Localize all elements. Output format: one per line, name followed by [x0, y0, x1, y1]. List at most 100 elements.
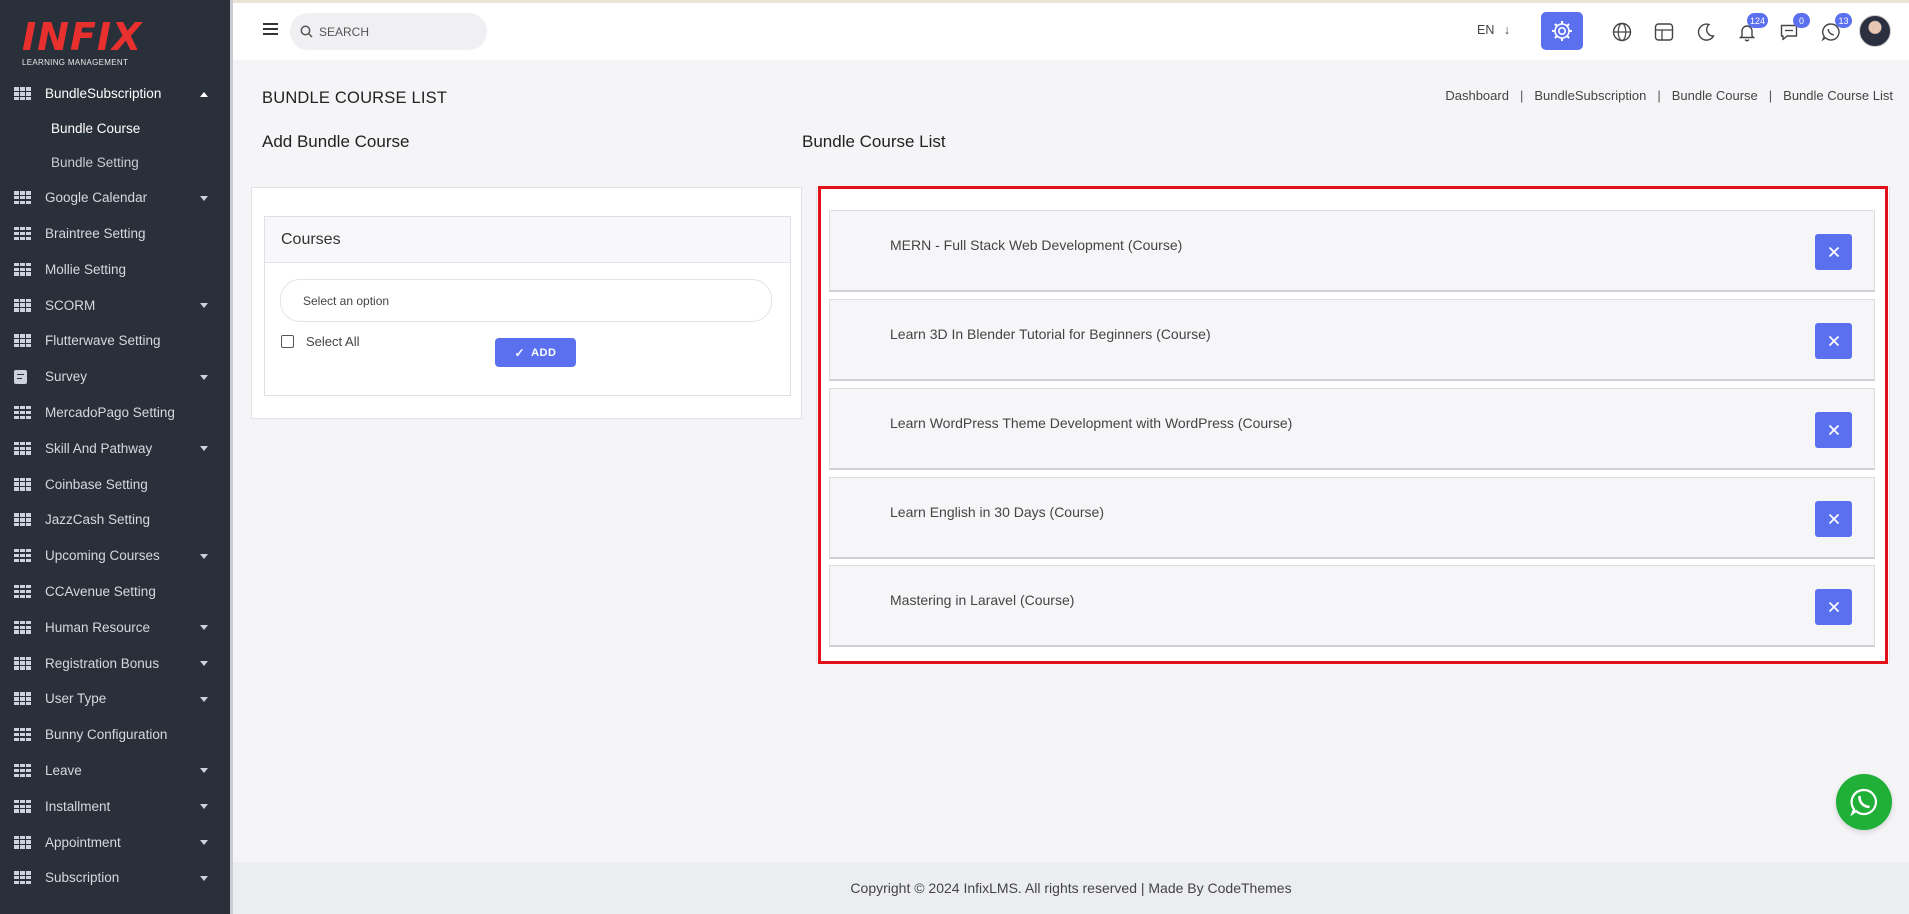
chevron-down-icon — [200, 446, 208, 452]
breadcrumb-dashboard[interactable]: Dashboard — [1445, 88, 1509, 103]
grid-icon — [14, 835, 31, 849]
chevron-down-icon — [200, 195, 208, 201]
sidebar-item-label: Human Resource — [45, 619, 151, 635]
sidebar-item-bundlesubscription[interactable]: BundleSubscription — [0, 76, 230, 112]
sidebar-item-upcoming-courses[interactable]: Upcoming Courses — [0, 538, 230, 574]
footer: Copyright © 2024 InfixLMS. All rights re… — [233, 862, 1909, 914]
whatsapp-chat-button[interactable] — [1836, 774, 1892, 830]
course-name: MERN - Full Stack Web Development (Cours… — [890, 237, 1183, 253]
course-select[interactable]: Select an option — [280, 279, 772, 322]
sidebar-item-installment[interactable]: Installment — [0, 788, 230, 824]
brand-logo[interactable]: INFIX LEARNING MANAGEMENT — [0, 0, 230, 76]
course-list-item: Mastering in Laravel (Course) — [829, 565, 1875, 647]
arrow-down-icon: ↓ — [1503, 23, 1511, 37]
sidebar-item-flutterwave-setting[interactable]: Flutterwave Setting — [0, 323, 230, 359]
close-icon — [1828, 601, 1839, 613]
sidebar-item-label: Braintree Setting — [45, 225, 146, 241]
grid-icon — [14, 87, 31, 101]
messages-button[interactable]: 0 — [1778, 13, 1810, 43]
grid-icon — [14, 620, 31, 634]
sidebar-item-ccavenue-setting[interactable]: CCAvenue Setting — [0, 574, 230, 610]
sidebar-item-label: Subscription — [45, 870, 120, 886]
sidebar-item-label: Registration Bonus — [45, 655, 160, 671]
breadcrumb-current: Bundle Course List — [1783, 88, 1893, 103]
sidebar-item-survey[interactable]: Survey — [0, 359, 230, 395]
sidebar-item-user-type[interactable]: User Type — [0, 681, 230, 717]
language-selector[interactable]: EN ↓ — [1477, 23, 1510, 37]
sidebar-item-label: Survey — [45, 369, 88, 385]
logo-text: INFIX — [22, 15, 143, 59]
bundle-course-list-title: Bundle Course List — [802, 132, 946, 151]
sidebar-item-scorm[interactable]: SCORM — [0, 287, 230, 323]
sidebar-subitem-bundle-setting[interactable]: Bundle Setting — [0, 146, 230, 180]
sidebar-item-skill-and-pathway[interactable]: Skill And Pathway — [0, 430, 230, 466]
layout-icon[interactable] — [1653, 21, 1675, 43]
breadcrumb-separator: | — [1768, 88, 1773, 103]
close-icon — [1828, 424, 1839, 436]
sidebar-item-mollie-setting[interactable]: Mollie Setting — [0, 251, 230, 287]
select-all-option[interactable]: Select All — [281, 334, 359, 349]
topbar: EN ↓ 124 0 13 — [233, 0, 1909, 60]
grid-icon — [14, 549, 31, 563]
sidebar-item-leave[interactable]: Leave — [0, 753, 230, 789]
breadcrumb-bundle-course[interactable]: Bundle Course — [1672, 88, 1758, 103]
sidebar-item-label: MercadoPago Setting — [45, 404, 175, 420]
language-label: EN — [1477, 23, 1495, 37]
grid-icon — [14, 692, 31, 706]
chat-button[interactable]: 13 — [1820, 13, 1852, 43]
sidebar-item-label: Skill And Pathway — [45, 440, 153, 456]
moon-icon[interactable] — [1695, 21, 1717, 43]
sidebar-item-appointment[interactable]: Appointment — [0, 824, 230, 860]
remove-course-button[interactable] — [1815, 412, 1852, 448]
globe-icon[interactable] — [1611, 21, 1633, 43]
grid-icon — [14, 226, 31, 240]
sidebar-subitem-bundle-course[interactable]: Bundle Course — [0, 112, 230, 146]
avatar[interactable] — [1859, 15, 1891, 47]
breadcrumb-separator: | — [1657, 88, 1661, 103]
course-name: Learn WordPress Theme Development with W… — [890, 415, 1293, 431]
sidebar-item-braintree-setting[interactable]: Braintree Setting — [0, 216, 230, 252]
hamburger-menu-icon[interactable] — [263, 23, 278, 35]
notifications-badge: 124 — [1746, 13, 1768, 28]
sidebar-item-label: JazzCash Setting — [45, 512, 151, 528]
chevron-down-icon — [200, 661, 208, 667]
sidebar-item-mercadopago-setting[interactable]: MercadoPago Setting — [0, 395, 230, 431]
remove-course-button[interactable] — [1815, 501, 1852, 537]
remove-course-button[interactable] — [1815, 234, 1852, 270]
grid-icon — [14, 477, 31, 491]
grid-icon — [14, 405, 31, 419]
grid-icon — [14, 656, 31, 670]
sidebar-item-subscription[interactable]: Subscription — [0, 860, 230, 896]
sidebar-item-coinbase-setting[interactable]: Coinbase Setting — [0, 466, 230, 502]
sidebar-item-human-resource[interactable]: Human Resource — [0, 609, 230, 645]
page-title: BUNDLE COURSE LIST — [262, 89, 448, 107]
notifications-button[interactable]: 124 — [1736, 13, 1768, 43]
gear-icon — [1552, 21, 1572, 41]
search-bar[interactable] — [290, 13, 487, 50]
chevron-down-icon — [200, 696, 208, 702]
chevron-down-icon — [200, 374, 208, 380]
sidebar-item-bunny-configuration[interactable]: Bunny Configuration — [0, 717, 230, 753]
sidebar-item-label: Leave — [45, 762, 82, 778]
remove-course-button[interactable] — [1815, 323, 1852, 359]
sidebar-item-label: Google Calendar — [45, 190, 148, 206]
sidebar-item-label: Flutterwave Setting — [45, 333, 161, 349]
add-button[interactable]: ✓ ADD — [495, 338, 576, 367]
sidebar-item-label: User Type — [45, 691, 107, 707]
add-button-label: ADD — [531, 346, 557, 359]
breadcrumb-bundlesubscription[interactable]: BundleSubscription — [1534, 88, 1646, 103]
course-name: Learn 3D In Blender Tutorial for Beginne… — [890, 326, 1211, 342]
sidebar-item-google-calendar[interactable]: Google Calendar — [0, 180, 230, 216]
settings-button[interactable] — [1541, 12, 1583, 50]
chevron-down-icon — [200, 303, 208, 309]
sidebar-item-label: Mollie Setting — [45, 261, 127, 277]
search-input[interactable] — [319, 24, 479, 39]
sidebar-item-registration-bonus[interactable]: Registration Bonus — [0, 645, 230, 681]
logo-subtitle: LEARNING MANAGEMENT — [22, 58, 129, 67]
remove-course-button[interactable] — [1815, 589, 1852, 625]
breadcrumb-separator: | — [1519, 88, 1524, 103]
sidebar-item-jazzcash-setting[interactable]: JazzCash Setting — [0, 502, 230, 538]
select-all-checkbox[interactable] — [281, 335, 294, 348]
sidebar-item-label: Upcoming Courses — [45, 548, 160, 564]
grid-icon — [14, 763, 31, 777]
